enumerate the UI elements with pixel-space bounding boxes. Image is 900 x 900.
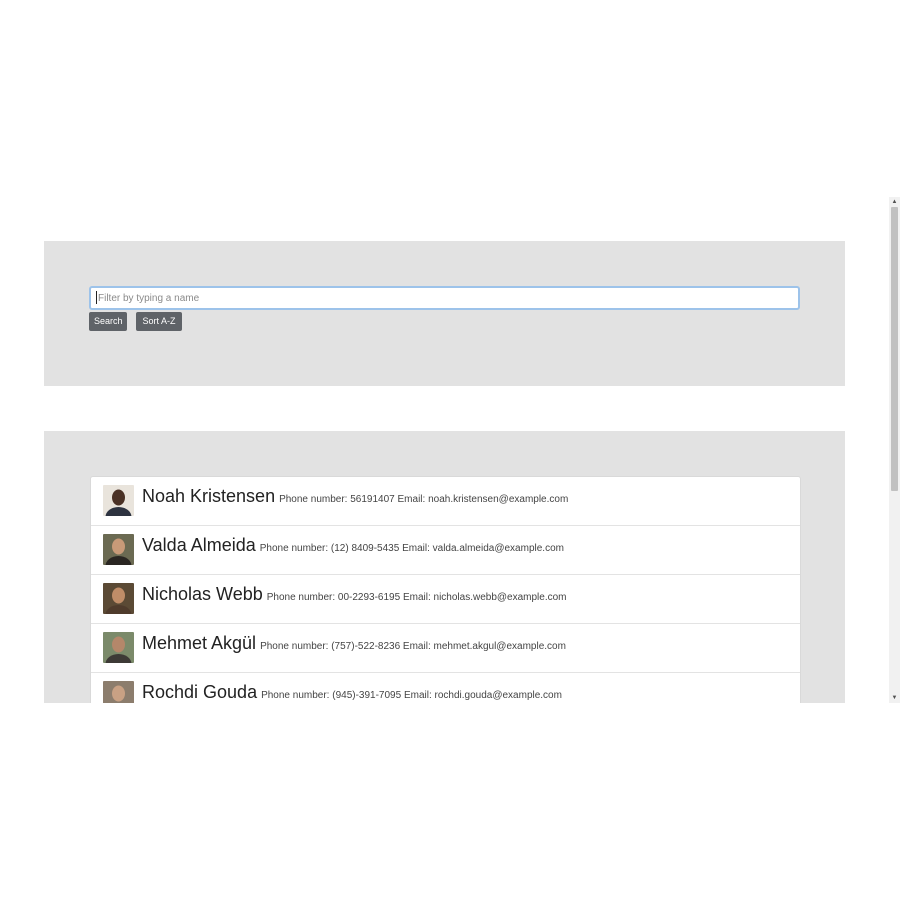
avatar bbox=[103, 485, 134, 516]
contact-name: Nicholas Webb bbox=[142, 584, 263, 604]
scroll-thumb[interactable] bbox=[891, 207, 898, 491]
contact-details: Phone number: (945)-391-7095 Email: roch… bbox=[261, 690, 562, 701]
contact-info: Rochdi Gouda Phone number: (945)-391-7095… bbox=[142, 682, 562, 703]
avatar bbox=[103, 681, 134, 703]
contact-name: Noah Kristensen bbox=[142, 486, 276, 506]
contact-info: Noah Kristensen Phone number: 56191407 Em… bbox=[142, 486, 568, 507]
avatar bbox=[103, 632, 134, 663]
contact-row: Noah Kristensen Phone number: 56191407 Em… bbox=[91, 477, 800, 526]
page-viewport: Search Sort A-Z Noah KristensenPhone num… bbox=[0, 197, 900, 703]
avatar bbox=[103, 534, 134, 565]
contact-row: Rochdi Gouda Phone number: (945)-391-7095… bbox=[91, 673, 800, 703]
contact-list: Noah Kristensen Phone number: 56191407 Em… bbox=[90, 476, 801, 703]
filter-input[interactable] bbox=[89, 286, 800, 310]
contact-details: Phone number: 00-2293-6195 Email: nichol… bbox=[266, 592, 567, 603]
contact-row: Nicholas Webb Phone number: 00-2293-6195 … bbox=[91, 575, 800, 624]
search-button[interactable]: Search bbox=[89, 312, 127, 331]
contact-name: Rochdi Gouda bbox=[142, 682, 258, 702]
contact-row: Mehmet Akgül Phone number: (757)-522-8236… bbox=[91, 624, 800, 673]
contact-info: Mehmet Akgül Phone number: (757)-522-8236… bbox=[142, 633, 566, 654]
contact-info: Valda Almeida Phone number: (12) 8409-543… bbox=[142, 535, 564, 556]
sort-az-button[interactable]: Sort A-Z bbox=[136, 312, 182, 331]
contact-name: Valda Almeida bbox=[142, 535, 256, 555]
contacts-panel: Noah Kristensen Phone number: 56191407 Em… bbox=[44, 431, 845, 703]
contact-info: Nicholas Webb Phone number: 00-2293-6195 … bbox=[142, 584, 567, 605]
contact-name: Mehmet Akgül bbox=[142, 633, 257, 653]
contact-details: Phone number: (757)-522-8236 Email: mehm… bbox=[260, 641, 566, 652]
contact-details: Phone number: 56191407 Email: noah.krist… bbox=[279, 494, 569, 505]
contact-row: Valda Almeida Phone number: (12) 8409-543… bbox=[91, 526, 800, 575]
vertical-scrollbar[interactable]: ▲ ▼ bbox=[889, 197, 900, 703]
search-panel: Search Sort A-Z bbox=[44, 241, 845, 386]
avatar bbox=[103, 583, 134, 614]
scroll-down-arrow-icon[interactable]: ▼ bbox=[889, 693, 900, 703]
text-cursor bbox=[96, 291, 97, 304]
scroll-up-arrow-icon[interactable]: ▲ bbox=[889, 197, 900, 207]
contact-details: Phone number: (12) 8409-5435 Email: vald… bbox=[259, 543, 564, 554]
